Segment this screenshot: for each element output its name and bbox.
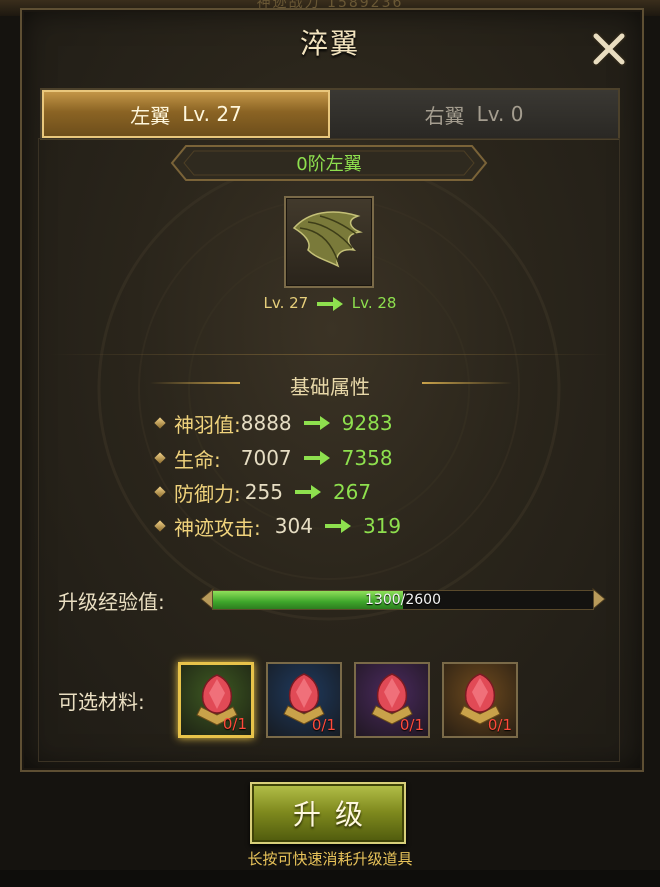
- diamond-bullet-icon: [154, 417, 166, 429]
- arrow-right-icon: [324, 519, 351, 533]
- attribute-current: 7007: [240, 446, 292, 470]
- upgrade-hint: 长按可快速消耗升级道具: [247, 850, 413, 868]
- arrow-right-icon: [317, 296, 343, 311]
- diamond-bullet-icon: [154, 486, 166, 498]
- material-count: 0/1: [399, 716, 424, 734]
- exp-progress-bar: 1300/2600: [200, 586, 606, 612]
- materials-label: 可选材料:: [58, 690, 145, 714]
- attribute-current: 255: [244, 480, 283, 504]
- upgrade-button[interactable]: 升级: [250, 782, 406, 844]
- attribute-label: 防御力:: [174, 481, 241, 506]
- close-icon: [591, 31, 627, 67]
- attribute-label: 生命:: [174, 447, 221, 472]
- stage-title: 0阶左翼: [296, 154, 362, 175]
- tab-left-wing[interactable]: 左翼 Lv. 27: [42, 90, 330, 138]
- panel-title: 淬翼: [299, 27, 360, 60]
- material-count: 0/1: [487, 716, 512, 734]
- material-slot-green[interactable]: 0/1: [178, 662, 254, 738]
- attribute-row-life: 生命: 7007 7358: [154, 443, 393, 473]
- exp-value: 1300/2600: [365, 592, 441, 608]
- attribute-next: 267: [332, 480, 372, 504]
- attribute-next: 7358: [341, 446, 393, 470]
- title-ornament-right: [422, 382, 512, 384]
- diamond-bullet-icon: [154, 452, 166, 464]
- material-count: 0/1: [222, 715, 247, 733]
- attribute-current: 8888: [240, 411, 292, 435]
- attribute-label: 神迹攻击:: [174, 515, 261, 540]
- tab-left-wing-level: Lv. 27: [182, 102, 242, 126]
- attribute-row-feather: 神羽值: 8888 9283: [154, 408, 393, 438]
- attributes-title: 基础属性: [290, 375, 370, 399]
- attribute-row-attack: 神迹攻击: 304 319: [154, 511, 402, 541]
- material-slot-orange[interactable]: 0/1: [442, 662, 518, 738]
- attribute-next: 319: [362, 514, 402, 538]
- tab-right-wing-label: 右翼: [424, 103, 465, 128]
- attribute-label: 神羽值:: [174, 412, 241, 437]
- level-change: Lv. 27 Lv. 28: [0, 294, 660, 312]
- material-count: 0/1: [311, 716, 336, 734]
- arrow-right-icon: [303, 416, 330, 430]
- attribute-current: 304: [274, 514, 313, 538]
- arrow-right-icon: [303, 451, 330, 465]
- material-slot-blue[interactable]: 0/1: [266, 662, 342, 738]
- tab-left-wing-label: 左翼: [130, 103, 171, 128]
- tab-right-wing-level: Lv. 0: [476, 102, 524, 126]
- attribute-next: 9283: [341, 411, 393, 435]
- bottom-strip: [0, 870, 660, 887]
- tab-right-wing[interactable]: 右翼 Lv. 0: [330, 90, 618, 138]
- wing-item-frame[interactable]: [284, 196, 374, 288]
- material-slot-purple[interactable]: 0/1: [354, 662, 430, 738]
- wing-tabs: 左翼 Lv. 27 右翼 Lv. 0: [40, 88, 620, 140]
- exp-track: 1300/2600: [212, 590, 594, 610]
- wing-icon: [292, 211, 363, 268]
- arrow-right-icon: [294, 485, 321, 499]
- level-from: Lv. 27: [263, 294, 309, 312]
- exp-label: 升级经验值:: [58, 590, 165, 614]
- attribute-row-defense: 防御力: 255 267: [154, 477, 372, 507]
- close-button[interactable]: [586, 28, 632, 72]
- divider: [50, 354, 610, 355]
- diamond-bullet-icon: [154, 520, 166, 532]
- level-to: Lv. 28: [351, 294, 397, 312]
